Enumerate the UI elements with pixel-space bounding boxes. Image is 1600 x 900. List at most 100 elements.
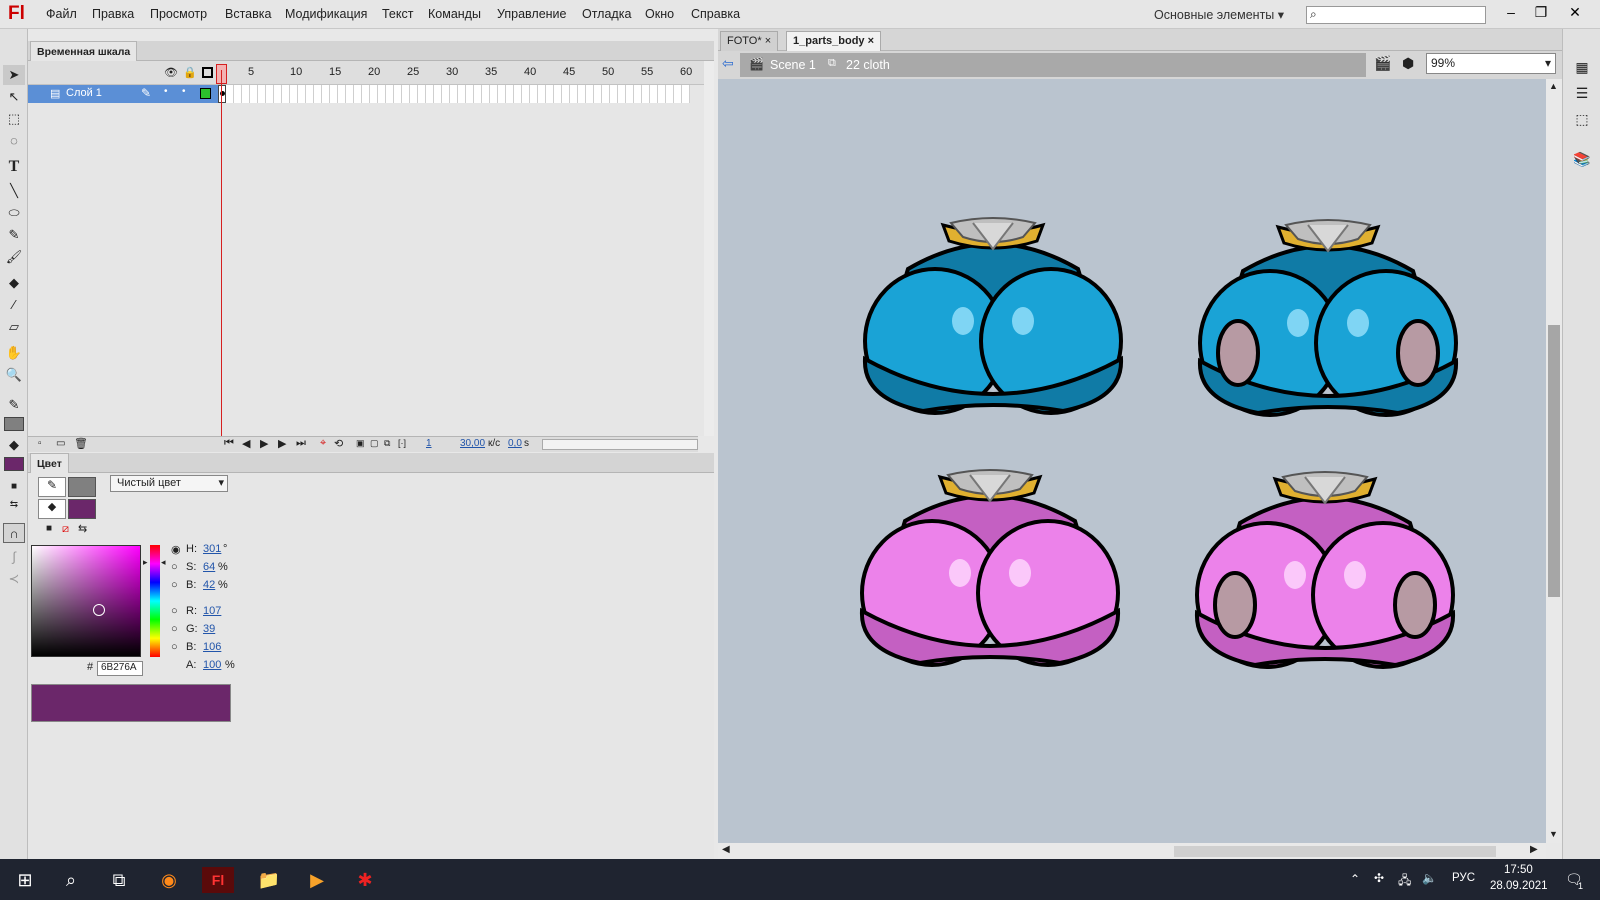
fill-type-select[interactable]: Чистый цвет ▾: [110, 475, 228, 492]
language-indicator[interactable]: РУС: [1452, 872, 1475, 884]
snap-magnet-icon[interactable]: ∩: [3, 523, 25, 543]
search-icon[interactable]: ⌕: [58, 867, 84, 893]
default-colors-icon[interactable]: ■: [46, 523, 52, 534]
no-color-icon[interactable]: ⧄: [62, 523, 69, 536]
pink-cloth-bottom-right[interactable]: [1194, 470, 1456, 669]
outline-icon[interactable]: [202, 67, 213, 78]
menu-text[interactable]: Текст: [382, 7, 413, 21]
center-frame-icon[interactable]: ⌖: [320, 437, 326, 450]
game-app-icon[interactable]: ✱: [352, 867, 378, 893]
layer-name[interactable]: Слой 1: [66, 87, 102, 99]
hscroll-thumb[interactable]: [1174, 846, 1496, 857]
smooth-icon[interactable]: ∫: [3, 547, 25, 567]
menu-insert[interactable]: Вставка: [225, 7, 271, 21]
menu-commands[interactable]: Команды: [428, 7, 481, 21]
line-tool-icon[interactable]: ╲: [3, 181, 25, 201]
onion-outline-icon[interactable]: ▢: [370, 438, 379, 449]
blue-cloth-top-left[interactable]: [862, 216, 1124, 415]
hue-arrow-right[interactable]: ◂: [161, 557, 166, 568]
close-icon[interactable]: ×: [765, 35, 771, 47]
go-last-frame-icon[interactable]: ⏭: [296, 437, 306, 450]
timeline-vscroll[interactable]: [704, 61, 714, 436]
menu-control[interactable]: Управление: [497, 7, 567, 21]
radio-g[interactable]: ○: [171, 623, 178, 635]
selection-tool-icon[interactable]: ➤: [3, 65, 25, 85]
pink-cloth-bottom-left[interactable]: [859, 468, 1121, 667]
stroke-color-pencil-icon[interactable]: ✎: [3, 395, 25, 415]
delete-layer-icon[interactable]: 🗑: [74, 437, 88, 450]
new-folder-icon[interactable]: ▭: [56, 438, 65, 449]
tab-parts-body[interactable]: 1_parts_body ×: [786, 31, 882, 51]
fill-bucket-icon[interactable]: ◆: [38, 499, 66, 519]
keyframe[interactable]: [218, 85, 226, 103]
lasso-tool-icon[interactable]: ◌: [3, 131, 25, 151]
edit-symbol-icon[interactable]: ⬢: [1402, 55, 1414, 72]
hue-value[interactable]: 301: [203, 543, 221, 555]
brightness-value[interactable]: 42: [203, 579, 215, 591]
vscroll-thumb[interactable]: [1548, 325, 1560, 597]
edit-scene-icon[interactable]: 🎬: [1374, 55, 1391, 72]
tab-color[interactable]: Цвет: [30, 453, 69, 473]
stage-hscroll[interactable]: ◀ ▶: [718, 843, 1546, 859]
lock-dot[interactable]: •: [182, 86, 186, 97]
layer-row[interactable]: ▤ Слой 1 ✎ • •: [28, 85, 218, 103]
align-icon[interactable]: ☰: [1571, 83, 1593, 103]
free-transform-tool-icon[interactable]: ⬚: [3, 109, 25, 129]
onion-skin-icon[interactable]: ▣: [356, 438, 365, 449]
brush-tool-icon[interactable]: 🖌: [3, 247, 25, 267]
task-view-icon[interactable]: ⧉: [106, 867, 132, 893]
eraser-tool-icon[interactable]: ▱: [3, 317, 25, 337]
start-windows-icon[interactable]: ⊞: [12, 867, 38, 893]
menu-edit[interactable]: Правка: [92, 7, 134, 21]
minimize-button[interactable]: –: [1496, 2, 1526, 22]
firefox-icon[interactable]: ◉: [156, 867, 182, 893]
edit-multiple-icon[interactable]: ⧉: [384, 438, 390, 449]
close-icon[interactable]: ×: [868, 35, 874, 47]
swap-colors-icon[interactable]: ⇆: [3, 495, 25, 515]
stage-vscroll[interactable]: ▲ ▼: [1546, 79, 1562, 843]
radio-b[interactable]: ○: [171, 579, 178, 591]
tray-chevron-up-icon[interactable]: ⌃: [1350, 872, 1360, 886]
volume-icon[interactable]: 🔈: [1422, 871, 1437, 885]
menu-help[interactable]: Справка: [691, 7, 740, 21]
frame-cells[interactable]: [218, 85, 690, 103]
step-forward-icon[interactable]: ▶: [278, 437, 286, 450]
fps-value[interactable]: 30,00: [460, 438, 485, 449]
radio-h[interactable]: ◉: [171, 543, 181, 556]
zoom-select[interactable]: 99% ▾: [1426, 53, 1556, 74]
saturation-brightness-picker[interactable]: [31, 545, 141, 657]
menu-debug[interactable]: Отладка: [582, 7, 631, 21]
scroll-up-icon[interactable]: ▲: [1549, 81, 1558, 91]
scroll-right-icon[interactable]: ▶: [1530, 844, 1538, 855]
help-search-input[interactable]: ⌕: [1306, 6, 1486, 24]
time-value[interactable]: 0,0: [508, 438, 522, 449]
eyedropper-tool-icon[interactable]: ⁄: [3, 295, 25, 315]
clock-date[interactable]: 28.09.2021: [1490, 880, 1548, 892]
breadcrumb-symbol[interactable]: 22 cloth: [846, 58, 890, 72]
zoom-tool-icon[interactable]: 🔍: [3, 365, 25, 385]
step-back-icon[interactable]: ◀: [242, 437, 250, 450]
picker-cursor[interactable]: [93, 604, 105, 616]
tab-foto[interactable]: FOTO* ×: [720, 31, 779, 51]
go-first-frame-icon[interactable]: ⏮: [224, 437, 234, 450]
menu-view[interactable]: Просмотр: [150, 7, 207, 21]
play-icon[interactable]: ▶: [260, 437, 268, 450]
artwork[interactable]: [718, 79, 1546, 843]
default-colors-icon[interactable]: ■: [3, 477, 25, 497]
fill-bucket-icon[interactable]: ◆: [3, 435, 25, 455]
eye-icon[interactable]: 👁: [164, 66, 178, 79]
file-explorer-icon[interactable]: 📁: [256, 867, 282, 893]
tab-timeline[interactable]: Временная шкала: [30, 41, 138, 61]
radio-s[interactable]: ○: [171, 561, 178, 573]
media-player-icon[interactable]: ▶: [304, 867, 330, 893]
close-window-button[interactable]: ✕: [1560, 2, 1590, 22]
green-value[interactable]: 39: [203, 623, 215, 635]
paint-bucket-tool-icon[interactable]: ◆: [3, 273, 25, 293]
blue-cloth-top-right[interactable]: [1197, 218, 1459, 417]
stage-canvas[interactable]: [718, 79, 1546, 843]
loop-icon[interactable]: ⟲: [334, 437, 343, 450]
swap-colors-icon[interactable]: ⇆: [78, 522, 87, 535]
hand-tool-icon[interactable]: ✋: [3, 343, 25, 363]
lock-icon[interactable]: 🔒: [183, 66, 197, 79]
layer-outline-color[interactable]: [200, 88, 211, 99]
